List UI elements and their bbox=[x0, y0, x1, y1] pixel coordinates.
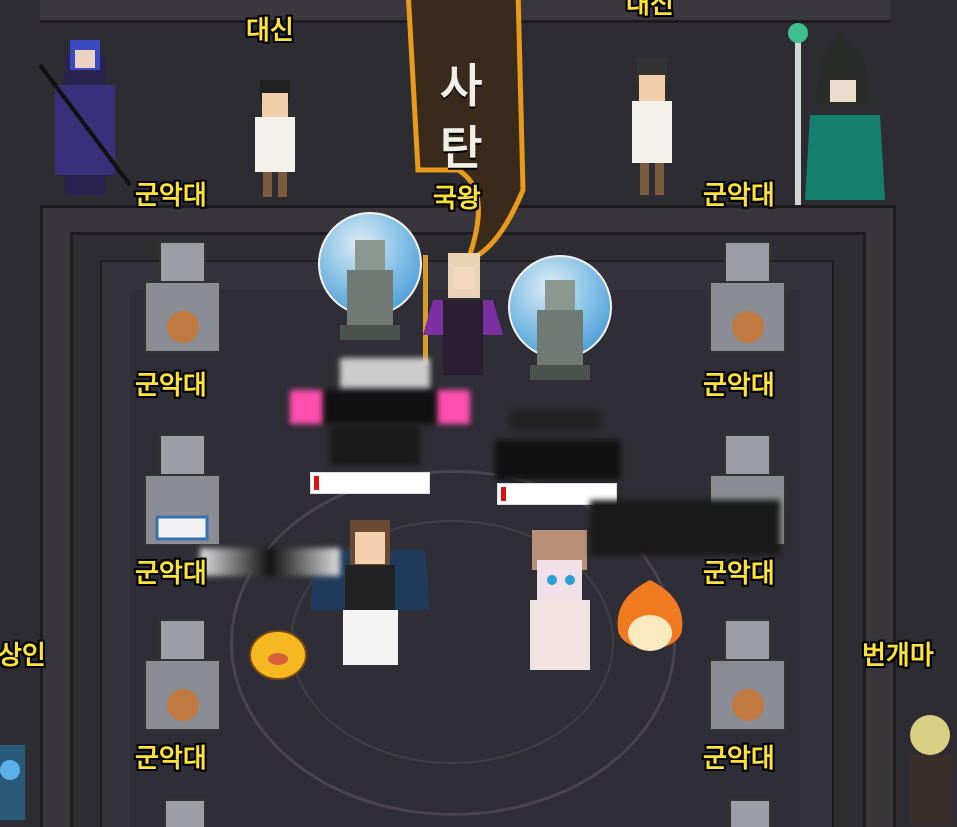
banner-char-2: 탄 bbox=[440, 121, 483, 175]
armored-guard-npc[interactable] bbox=[140, 795, 230, 827]
npc-label-band: 군악대 bbox=[703, 559, 775, 589]
hp-fill bbox=[501, 487, 506, 501]
witch-npc[interactable] bbox=[785, 15, 895, 205]
npc-label-band: 군악대 bbox=[703, 181, 775, 211]
npc-label-minister-right: 대신 bbox=[626, 0, 674, 20]
player-guild-tag bbox=[330, 425, 420, 465]
armored-guard-npc[interactable] bbox=[135, 425, 230, 555]
banner-char-1: 사 bbox=[440, 59, 483, 113]
player-name-tag bbox=[590, 500, 780, 555]
hp-bar bbox=[310, 472, 430, 494]
lightning-mage-npc[interactable] bbox=[905, 710, 957, 827]
armored-guard-npc[interactable] bbox=[135, 610, 230, 740]
player-title-tag bbox=[510, 410, 600, 430]
player-name-tag bbox=[290, 390, 470, 424]
npc-label-band: 군악대 bbox=[135, 744, 207, 774]
dark-knight-npc[interactable] bbox=[30, 25, 140, 205]
statue-knight bbox=[530, 280, 590, 380]
npc-label-band: 군악대 bbox=[135, 371, 207, 401]
player-name-tag bbox=[495, 440, 620, 480]
hp-fill bbox=[314, 476, 319, 490]
armored-guard-npc[interactable] bbox=[705, 795, 795, 827]
statue-knight bbox=[340, 240, 400, 340]
npc-label-minister-left: 대신 bbox=[246, 16, 294, 46]
npc-label-lightning-mage: 번개마 bbox=[862, 641, 934, 671]
merchant-npc[interactable] bbox=[0, 725, 30, 825]
npc-label-band: 군악대 bbox=[135, 559, 207, 589]
armored-guard-npc[interactable] bbox=[700, 232, 795, 362]
armored-guard-npc[interactable] bbox=[700, 610, 795, 740]
npc-label-king: 국왕 bbox=[433, 184, 481, 214]
minister-right-npc[interactable] bbox=[622, 55, 682, 200]
player-name-tag bbox=[200, 548, 340, 576]
npc-label-band: 군악대 bbox=[703, 371, 775, 401]
game-scene: 사 탄 대신 대신 국왕 군악대 군악대 군악대 군악대 군악대 군악대 군악대… bbox=[0, 0, 957, 827]
npc-label-band: 군악대 bbox=[135, 181, 207, 211]
king-npc[interactable] bbox=[418, 245, 508, 390]
chick-pet[interactable] bbox=[248, 625, 308, 680]
npc-label-merchant: 상인 bbox=[0, 641, 46, 671]
fire-pet[interactable] bbox=[610, 575, 690, 665]
maid-character[interactable] bbox=[305, 510, 435, 675]
npc-label-band: 군악대 bbox=[703, 744, 775, 774]
player-title-tag bbox=[340, 358, 430, 388]
minister-left-npc[interactable] bbox=[245, 75, 305, 200]
armored-guard-npc[interactable] bbox=[135, 232, 230, 362]
